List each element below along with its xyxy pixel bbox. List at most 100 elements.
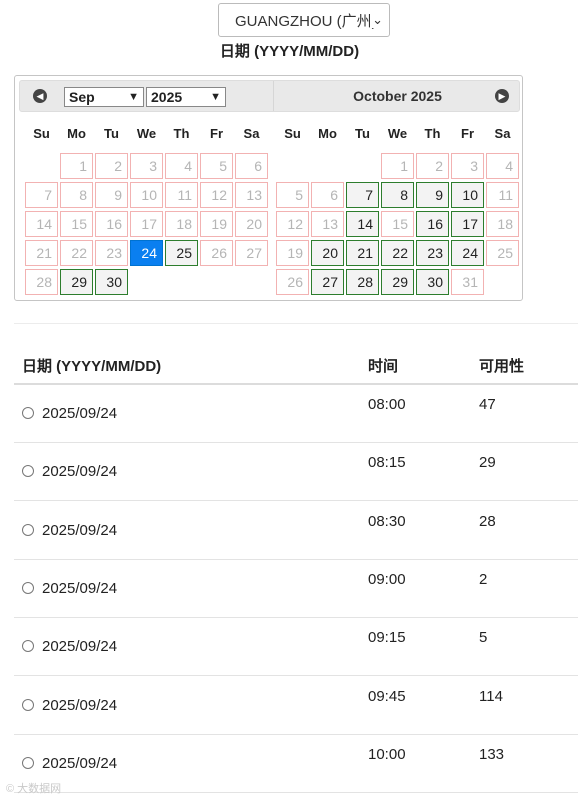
col-header-time: 时间	[368, 358, 399, 375]
calendar-day: 14	[25, 211, 58, 237]
calendar-day[interactable]: 30	[416, 269, 449, 295]
calendar-day[interactable]: 14	[346, 211, 379, 237]
next-month-icon[interactable]: ▶	[495, 89, 509, 103]
weekday-label: Su	[284, 126, 301, 141]
slot-availability: 2	[479, 570, 488, 588]
calendar-day: 3	[451, 153, 484, 179]
calendar-day: 1	[60, 153, 93, 179]
calendar-day[interactable]: 25	[165, 240, 198, 266]
table-row[interactable]: 2025/09/24 08:00 47	[14, 385, 578, 443]
month-select[interactable]: Sep ▼	[64, 87, 144, 107]
calendar-day: 6	[311, 182, 344, 208]
slot-date: 2025/09/24	[42, 463, 118, 481]
row-divider	[14, 791, 578, 793]
calendar-day: 31	[451, 269, 484, 295]
calendar-day[interactable]: 9	[416, 182, 449, 208]
datepicker-header: ◀ Sep ▼ 2025 ▼ October 2025 ▶	[19, 80, 520, 112]
slot-radio[interactable]	[22, 581, 34, 594]
slot-radio[interactable]	[22, 756, 34, 769]
calendar-day[interactable]: 10	[451, 182, 484, 208]
slot-availability: 47	[479, 396, 496, 413]
table-row[interactable]: 2025/09/24 08:30 28	[14, 502, 578, 560]
calendar-day: 18	[165, 211, 198, 237]
calendar-day[interactable]: 27	[311, 269, 344, 295]
calendar-day: 12	[200, 182, 233, 208]
calendar-day[interactable]: 24	[451, 240, 484, 266]
calendar-day: 7	[25, 182, 58, 208]
weekday-label: Fr	[210, 126, 223, 141]
calendar-day: 2	[95, 153, 128, 179]
calendar-day: 13	[235, 182, 268, 208]
calendar-day[interactable]: 28	[346, 269, 379, 295]
calendar-day: 3	[130, 153, 163, 179]
calendar-day: 5	[200, 153, 233, 179]
slot-radio[interactable]	[22, 407, 34, 419]
slot-availability: 133	[479, 745, 505, 763]
datepicker: ◀ Sep ▼ 2025 ▼ October 2025 ▶ Su Mo Tu We Th…	[14, 75, 523, 301]
calendar-day: 23	[95, 240, 128, 266]
calendar-day: 27	[235, 240, 268, 266]
calendar-day[interactable]: 23	[416, 240, 449, 266]
divider	[14, 323, 578, 324]
weekday-label: We	[387, 126, 408, 141]
table-row[interactable]: 2025/09/24 10:00 133	[14, 735, 578, 793]
weekday-label: Mo	[67, 126, 86, 141]
weekday-label: Sa	[494, 126, 511, 141]
weekday-label: Tu	[355, 126, 370, 141]
slot-radio[interactable]	[22, 523, 34, 536]
calendar-day: 5	[276, 182, 309, 208]
slot-date: 2025/09/24	[42, 579, 118, 597]
calendar-day: 1	[381, 153, 414, 179]
calendar-day: 18	[486, 211, 519, 237]
col-header-availability: 可用性	[479, 358, 525, 375]
calendar-day[interactable]: 30	[95, 269, 128, 295]
calendar-day[interactable]: 29	[381, 269, 414, 295]
calendar-day: 13	[311, 211, 344, 237]
slot-radio[interactable]	[22, 640, 34, 653]
weekday-label: Su	[33, 126, 50, 141]
calendar-day: 26	[276, 269, 309, 295]
city-select-value: GUANGZHOU (广州)	[235, 12, 377, 30]
table-row[interactable]: 2025/09/24 09:45 114	[14, 677, 578, 735]
calendar-day: 16	[95, 211, 128, 237]
slot-radio[interactable]	[22, 698, 34, 711]
calendar-day[interactable]: 8	[381, 182, 414, 208]
slot-time: 10:00	[368, 745, 406, 763]
calendar-day[interactable]: 17	[451, 211, 484, 237]
calendar-day[interactable]: 24	[130, 240, 163, 266]
calendar-day[interactable]: 21	[346, 240, 379, 266]
table-row[interactable]: 2025/09/24 09:00 2	[14, 560, 578, 618]
slot-time: 09:15	[368, 629, 406, 647]
weekday-label: Tu	[104, 126, 119, 141]
slot-time: 09:00	[368, 570, 406, 588]
calendar-day: 4	[486, 153, 519, 179]
year-select-value: 2025	[151, 89, 183, 105]
calendar-day: 11	[165, 182, 198, 208]
weekday-label: Th	[424, 126, 441, 141]
year-select[interactable]: 2025 ▼	[146, 87, 226, 107]
calendar-day[interactable]: 16	[416, 211, 449, 237]
calendar-day[interactable]: 20	[311, 240, 344, 266]
calendar-day: 22	[60, 240, 93, 266]
city-select[interactable]: GUANGZHOU (广州) ⌄	[218, 3, 390, 37]
chevron-down-icon: ▼	[128, 91, 139, 103]
calendar-day: 15	[381, 211, 414, 237]
slot-date: 2025/09/24	[42, 696, 118, 714]
slot-date: 2025/09/24	[42, 638, 118, 656]
right-month-title: October 2025	[353, 88, 442, 104]
calendar-day[interactable]: 7	[346, 182, 379, 208]
weekday-label: Th	[173, 126, 190, 141]
table-row[interactable]: 2025/09/24 08:15 29	[14, 443, 578, 502]
calendar-day: 6	[235, 153, 268, 179]
calendar-day: 25	[486, 240, 519, 266]
calendar-day: 8	[60, 182, 93, 208]
calendar-day[interactable]: 29	[60, 269, 93, 295]
weekday-label: Sa	[243, 126, 260, 141]
slot-radio[interactable]	[22, 465, 34, 478]
table-row[interactable]: 2025/09/24 09:15 5	[14, 618, 578, 677]
prev-month-icon[interactable]: ◀	[33, 89, 47, 103]
slot-time: 08:00	[368, 396, 406, 413]
calendar-day[interactable]: 22	[381, 240, 414, 266]
calendar-day: 26	[200, 240, 233, 266]
calendar-day: 12	[276, 211, 309, 237]
